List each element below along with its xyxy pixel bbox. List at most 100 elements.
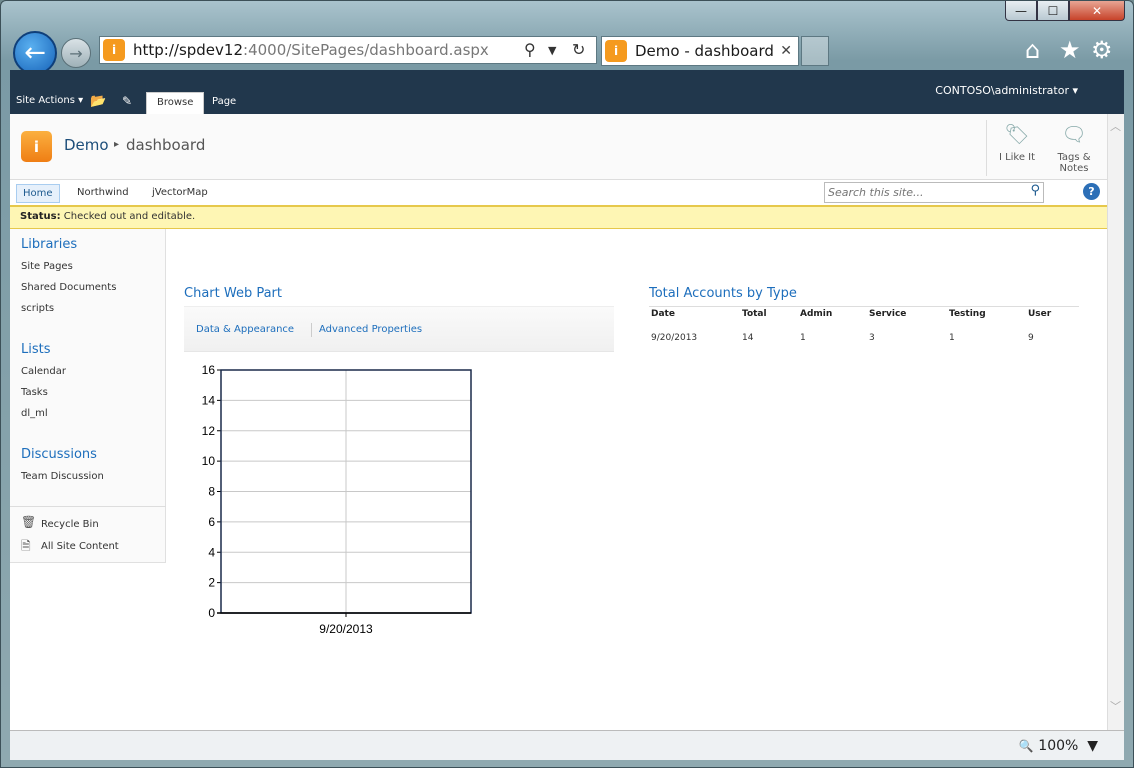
window-controls: — ☐ ✕	[1005, 1, 1125, 21]
sharepoint-favicon-icon: i	[103, 39, 125, 61]
recycle-bin-icon: 🗑	[21, 515, 37, 529]
table-header-user[interactable]: User	[1028, 309, 1051, 319]
tags-notes-label-1: Tags &	[1057, 152, 1091, 163]
favorites-star-icon[interactable]: ★	[1059, 36, 1081, 64]
divider	[986, 120, 987, 176]
site-logo-icon[interactable]: i	[21, 131, 52, 162]
maximize-button[interactable]: ☐	[1037, 1, 1069, 21]
chevron-down-icon[interactable]: ﹀	[1110, 698, 1121, 714]
search-icon[interactable]: ⚲	[524, 40, 536, 59]
table-cell: 1	[949, 333, 955, 343]
quick-launch: Libraries Site Pages Shared Documents sc…	[10, 229, 166, 563]
url-host: http://spdev12	[133, 41, 244, 59]
top-navigation: Home Northwind jVectorMap ⚲ ?	[10, 180, 1107, 207]
quick-launch-item[interactable]: Shared Documents	[21, 282, 116, 293]
refresh-icon[interactable]: ↻	[572, 40, 585, 59]
nav-jvectormap[interactable]: jVectorMap	[146, 184, 214, 201]
sharepoint-ribbon: Site Actions ▾ 📂 ✎ Browse Page CONTOSO\a…	[10, 70, 1124, 114]
tab-browse-label: Browse	[157, 97, 194, 108]
quick-launch-item[interactable]: Site Pages	[21, 261, 73, 272]
tick-label-x: 9/20/2013	[319, 622, 373, 636]
quick-launch-item[interactable]: scripts	[21, 303, 54, 314]
home-icon[interactable]: ⌂	[1025, 36, 1040, 64]
site-actions-menu[interactable]: Site Actions ▾	[16, 95, 83, 106]
quick-launch-libraries[interactable]: Libraries	[21, 237, 77, 252]
quick-launch-item[interactable]: Tasks	[21, 387, 48, 398]
tick-label-y: 0	[208, 606, 215, 620]
back-button[interactable]: ←	[13, 31, 57, 75]
user-menu[interactable]: CONTOSO\administrator ▾	[935, 84, 1078, 97]
zoom-control[interactable]: 🔍 100% ▼	[1019, 738, 1098, 754]
tags-notes-icon: 🗨	[1061, 122, 1087, 146]
divider	[10, 506, 166, 507]
sharepoint-favicon-icon: i	[605, 40, 627, 62]
table-cell: 1	[800, 333, 806, 343]
table-cell: 9/20/2013	[651, 333, 698, 343]
site-search-box: ⚲	[824, 182, 1044, 203]
quick-launch-discussions[interactable]: Discussions	[21, 447, 97, 462]
address-bar[interactable]: i http://spdev12:4000/SitePages/dashboar…	[99, 36, 597, 64]
i-like-it-button[interactable]: 🏷 I Like It	[989, 122, 1045, 163]
table-cell: 3	[869, 333, 875, 343]
quick-launch-item[interactable]: Team Discussion	[21, 471, 104, 482]
tab-page-label: Page	[212, 96, 237, 107]
tab-page[interactable]: Page	[202, 92, 246, 114]
close-tab-icon[interactable]: ✕	[780, 43, 792, 59]
tags-notes-button[interactable]: 🗨 Tags & Notes	[1046, 122, 1102, 174]
breadcrumb-site[interactable]: Demo	[64, 136, 109, 154]
close-button[interactable]: ✕	[1069, 1, 1125, 21]
browser-status-bar: 🔍 100% ▼	[10, 730, 1124, 760]
search-icon[interactable]: ⚲	[1030, 183, 1040, 198]
tick-label-y: 8	[208, 485, 215, 499]
table-header-service[interactable]: Service	[869, 309, 906, 319]
page-scrollbar[interactable]: ︿ ﹀	[1107, 114, 1124, 730]
recycle-bin-link[interactable]: Recycle Bin	[41, 519, 99, 530]
new-tab-button[interactable]	[801, 36, 829, 66]
tick-label-y: 16	[202, 363, 216, 377]
document-icon: 🗎	[21, 539, 31, 553]
help-icon[interactable]: ?	[1083, 183, 1100, 200]
nav-home[interactable]: Home	[16, 184, 60, 203]
user-name: CONTOSO\administrator	[935, 84, 1069, 97]
all-site-content-link[interactable]: All Site Content	[41, 541, 119, 552]
accounts-chart: 0 2 4 6 8 10 12 14 16 9/20/2013	[202, 363, 472, 636]
tick-label-y: 6	[208, 515, 215, 529]
browser-navbar: ← → i http://spdev12:4000/SitePages/dash…	[1, 29, 1134, 75]
chevron-down-icon[interactable]: ▼	[548, 44, 556, 57]
data-appearance-link[interactable]: Data & Appearance	[196, 324, 294, 335]
chart-web-part-title[interactable]: Chart Web Part	[184, 286, 282, 301]
nav-northwind[interactable]: Northwind	[71, 184, 135, 201]
accounts-web-part-title[interactable]: Total Accounts by Type	[649, 286, 797, 301]
quick-launch-lists[interactable]: Lists	[21, 342, 51, 357]
table-header-admin[interactable]: Admin	[800, 309, 832, 319]
status-bar-message: Status: Checked out and editable.	[10, 207, 1107, 229]
edit-page-icon[interactable]: ✎	[122, 94, 136, 108]
i-like-it-label: I Like It	[998, 152, 1036, 163]
sharepoint-page: i Demo ▸ dashboard 🏷 I Like It 🗨 Tags & …	[10, 114, 1107, 730]
tab-title: Demo - dashboard	[635, 42, 774, 60]
minimize-button[interactable]: —	[1005, 1, 1037, 21]
table-header-total[interactable]: Total	[742, 309, 767, 319]
search-input[interactable]	[828, 185, 1018, 200]
quick-launch-item[interactable]: dl_ml	[21, 408, 48, 419]
tick-label-y: 12	[202, 424, 216, 438]
gear-icon[interactable]: ⚙	[1091, 36, 1113, 64]
quick-launch-item[interactable]: Calendar	[21, 366, 66, 377]
table-header-testing[interactable]: Testing	[949, 309, 986, 319]
chevron-up-icon[interactable]: ︿	[1110, 118, 1121, 134]
tick-label-y: 2	[208, 576, 215, 590]
thumbs-tag-icon: 🏷	[1004, 122, 1030, 146]
tab-browse[interactable]: Browse	[146, 92, 205, 114]
forward-button[interactable]: →	[61, 38, 91, 68]
status-label: Status:	[20, 211, 61, 222]
browser-tab-active[interactable]: i Demo - dashboard ✕	[601, 36, 799, 66]
zoom-icon: 🔍	[1018, 739, 1034, 753]
zoom-level: 100%	[1038, 738, 1079, 754]
tags-notes-label-2: Notes	[1059, 163, 1089, 174]
navigate-up-icon[interactable]: 📂	[90, 94, 106, 109]
breadcrumb-separator-icon: ▸	[114, 139, 120, 150]
advanced-properties-link[interactable]: Advanced Properties	[319, 324, 422, 335]
divider	[649, 306, 1079, 307]
table-header-date[interactable]: Date	[651, 309, 675, 319]
chart-web-part-toolbar: Data & Appearance Advanced Properties	[184, 306, 614, 352]
